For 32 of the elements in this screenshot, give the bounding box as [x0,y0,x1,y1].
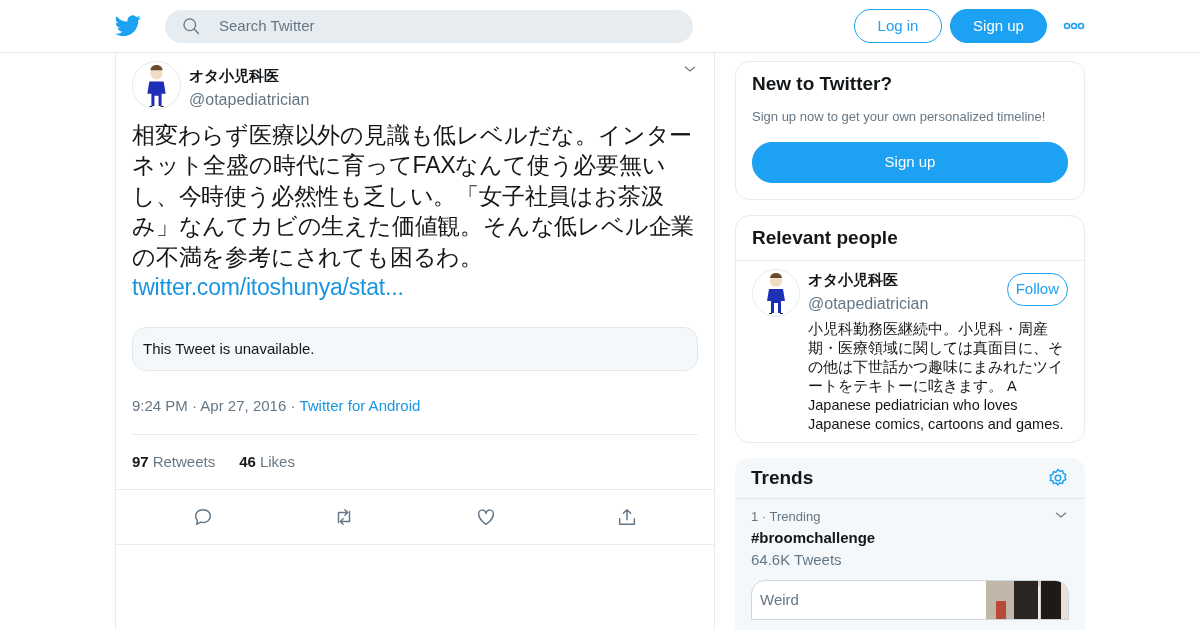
login-button[interactable]: Log in [854,8,942,44]
unavailable-notice: This Tweet is unavailable. [132,326,698,371]
follow-button[interactable]: Follow [1006,273,1068,306]
card-title: Relevant people [751,225,899,250]
person-handle[interactable]: @otapediatrician [808,291,929,316]
bird-logo-icon[interactable] [115,15,141,37]
more-icon[interactable] [1063,22,1085,30]
avatar-icon [752,269,800,317]
person-bio: 小児科勤務医継続中。小児科・周産期・医療領域に関しては真面目に、その他は下世話かつ趣味にまみれたツイートをテキトーに呟きます。 A Japanese pediatrician who loves Japanese comics, cartoons and games. [808,319,1065,434]
avatar-icon [132,61,181,110]
author-name[interactable]: オタ小児科医 [189,65,674,88]
trend-count: 64.6K Tweets [751,550,843,570]
card-title: Trends [751,465,814,490]
signup-button[interactable]: Sign up [752,142,1068,183]
stat-count[interactable]: 46 Likes [239,450,295,473]
source-link[interactable]: Twitter for Android [299,395,421,418]
tweet-text: 相変わらず医療以外の見識も低レベルだな。インターネット全盛の時代に育ってFAXなんて使う必要無いし、今時使う必然性も乏しい。「女子社員はお茶汲み」なんてカビの生えた価値観。そんな低レベル企業の不満を参考にされても困るわ。 [132,120,696,272]
trend-hashtag[interactable]: #broomchallenge [751,526,1069,549]
signup-button[interactable]: Sign up [950,8,1047,44]
author-handle[interactable]: @otapediatrician [189,87,674,112]
tweet-link[interactable]: twitter.com/itoshunya/stat... [132,272,404,303]
search-box[interactable]: Search Twitter [165,9,693,43]
trend-meta: 1 · Trending [751,508,821,526]
card-title: New to Twitter? [752,72,894,96]
trend-card-text: Weird [759,589,800,610]
stat-count[interactable]: 97 Retweets [132,450,216,473]
trend-card[interactable]: Weird [751,579,1069,620]
search-icon [181,16,201,36]
person-name[interactable]: オタ小児科医 [808,269,929,292]
search-field[interactable]: Search Twitter [217,13,677,39]
tweet-timestamp: 9:24 PM · Apr 27, 2016 · [132,396,296,416]
card-subtitle: Sign up now to get your own personalized timeline! [752,107,1047,126]
